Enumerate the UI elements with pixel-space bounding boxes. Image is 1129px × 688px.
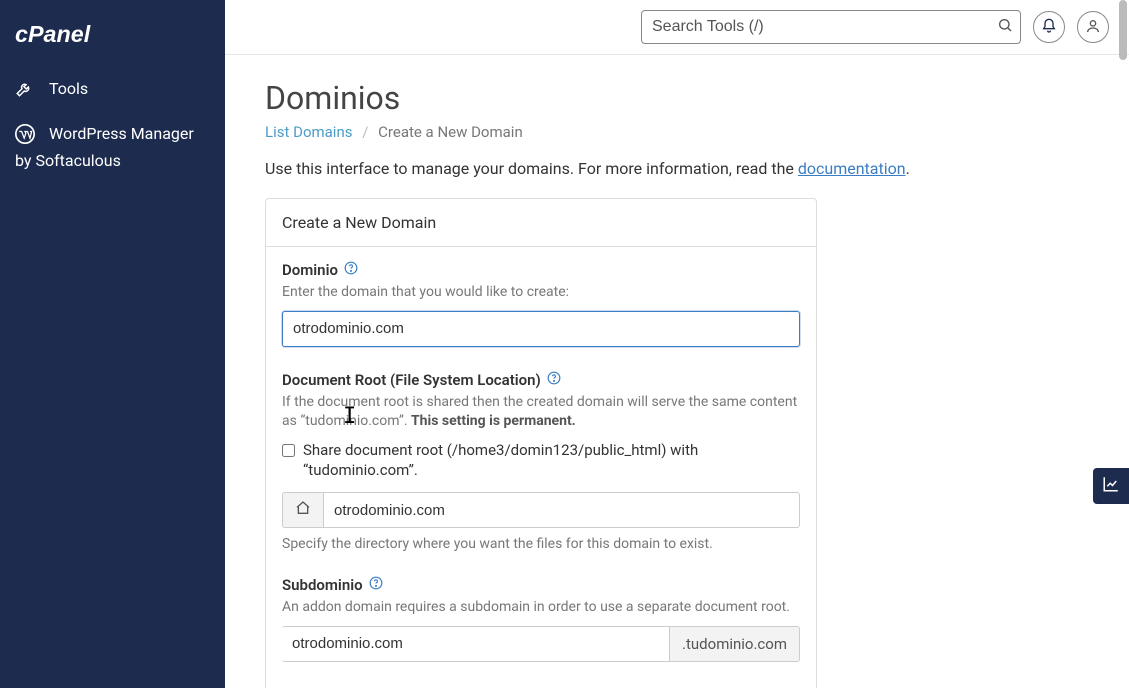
intro-text: Use this interface to manage your domain… — [265, 159, 1089, 178]
domain-hint: Enter the domain that you would like to … — [282, 283, 800, 303]
intro-prefix: Use this interface to manage your domain… — [265, 159, 798, 178]
docroot-hint: If the document root is shared then the … — [282, 393, 800, 432]
docroot-field: Document Root (File System Location) If … — [282, 371, 800, 553]
subdomain-label-row: Subdominio — [282, 576, 800, 594]
subdomain-field: Subdominio An addon domain requires a su… — [282, 576, 800, 662]
content: Dominios List Domains / Create a New Dom… — [225, 55, 1129, 688]
search-input[interactable] — [641, 10, 1021, 44]
sidebar-item-label: WordPress Manager — [49, 120, 194, 147]
scrollbar[interactable] — [1117, 0, 1129, 688]
domain-input[interactable] — [282, 311, 800, 347]
subdomain-hint: An addon domain requires a subdomain in … — [282, 598, 800, 618]
help-icon[interactable] — [344, 261, 358, 279]
sidebar-item-sublabel: by Softaculous — [15, 147, 210, 174]
share-docroot-checkbox[interactable] — [282, 444, 295, 457]
domain-label: Dominio — [282, 261, 338, 279]
sidebar-item-label: Tools — [49, 79, 88, 98]
topbar — [225, 0, 1129, 55]
subdomain-suffix: .tudominio.com — [669, 626, 800, 662]
subdomain-label: Subdominio — [282, 576, 363, 594]
subdomain-input[interactable] — [282, 626, 669, 662]
intro-suffix: . — [906, 159, 910, 178]
search-wrap — [641, 10, 1021, 44]
notifications-button[interactable] — [1033, 11, 1065, 43]
home-addon — [282, 492, 324, 528]
breadcrumb-sep: / — [362, 123, 368, 141]
subdomain-input-group: .tudominio.com — [282, 626, 800, 662]
breadcrumb-link[interactable]: List Domains — [265, 123, 352, 141]
docroot-input-group — [282, 492, 800, 528]
docroot-hint-strong: This setting is permanent. — [411, 413, 576, 429]
home-icon — [295, 500, 311, 520]
scrollbar-thumb[interactable] — [1119, 0, 1127, 60]
domain-label-row: Dominio — [282, 261, 800, 279]
cpanel-logo-icon: cPanel — [15, 18, 155, 50]
create-domain-panel: Create a New Domain Dominio Enter the do… — [265, 198, 817, 688]
breadcrumb-current: Create a New Domain — [378, 123, 523, 141]
brand-logo: cPanel — [0, 0, 225, 68]
domain-field: Dominio Enter the domain that you would … — [282, 261, 800, 347]
docroot-label-row: Document Root (File System Location) — [282, 371, 800, 389]
wordpress-icon — [15, 124, 39, 144]
panel-header: Create a New Domain — [266, 199, 816, 247]
documentation-link[interactable]: documentation — [798, 159, 906, 178]
docroot-below-hint: Specify the directory where you want the… — [282, 536, 800, 552]
bell-icon — [1041, 18, 1057, 37]
app-root: cPanel Tools WordPress Manager by Softac… — [0, 0, 1129, 688]
main-area: Dominios List Domains / Create a New Dom… — [225, 0, 1129, 688]
breadcrumb: List Domains / Create a New Domain — [265, 123, 1089, 141]
share-docroot-label[interactable]: Share document root (/home3/domin123/pub… — [303, 440, 800, 481]
docroot-label: Document Root (File System Location) — [282, 371, 541, 389]
panel-body: Dominio Enter the domain that you would … — [266, 247, 816, 688]
sidebar-item-tools[interactable]: Tools — [0, 68, 225, 109]
share-docroot-row: Share document root (/home3/domin123/pub… — [282, 440, 800, 481]
help-icon[interactable] — [369, 576, 383, 594]
svg-text:cPanel: cPanel — [15, 21, 91, 47]
user-icon — [1085, 18, 1101, 37]
search-icon — [997, 17, 1013, 37]
help-icon[interactable] — [547, 371, 561, 389]
docroot-input[interactable] — [324, 492, 800, 528]
page-title: Dominios — [265, 79, 1089, 117]
sidebar: cPanel Tools WordPress Manager by Softac… — [0, 0, 225, 688]
tools-icon — [15, 80, 39, 98]
account-button[interactable] — [1077, 11, 1109, 43]
sidebar-item-wordpress[interactable]: WordPress Manager by Softaculous — [0, 109, 225, 185]
